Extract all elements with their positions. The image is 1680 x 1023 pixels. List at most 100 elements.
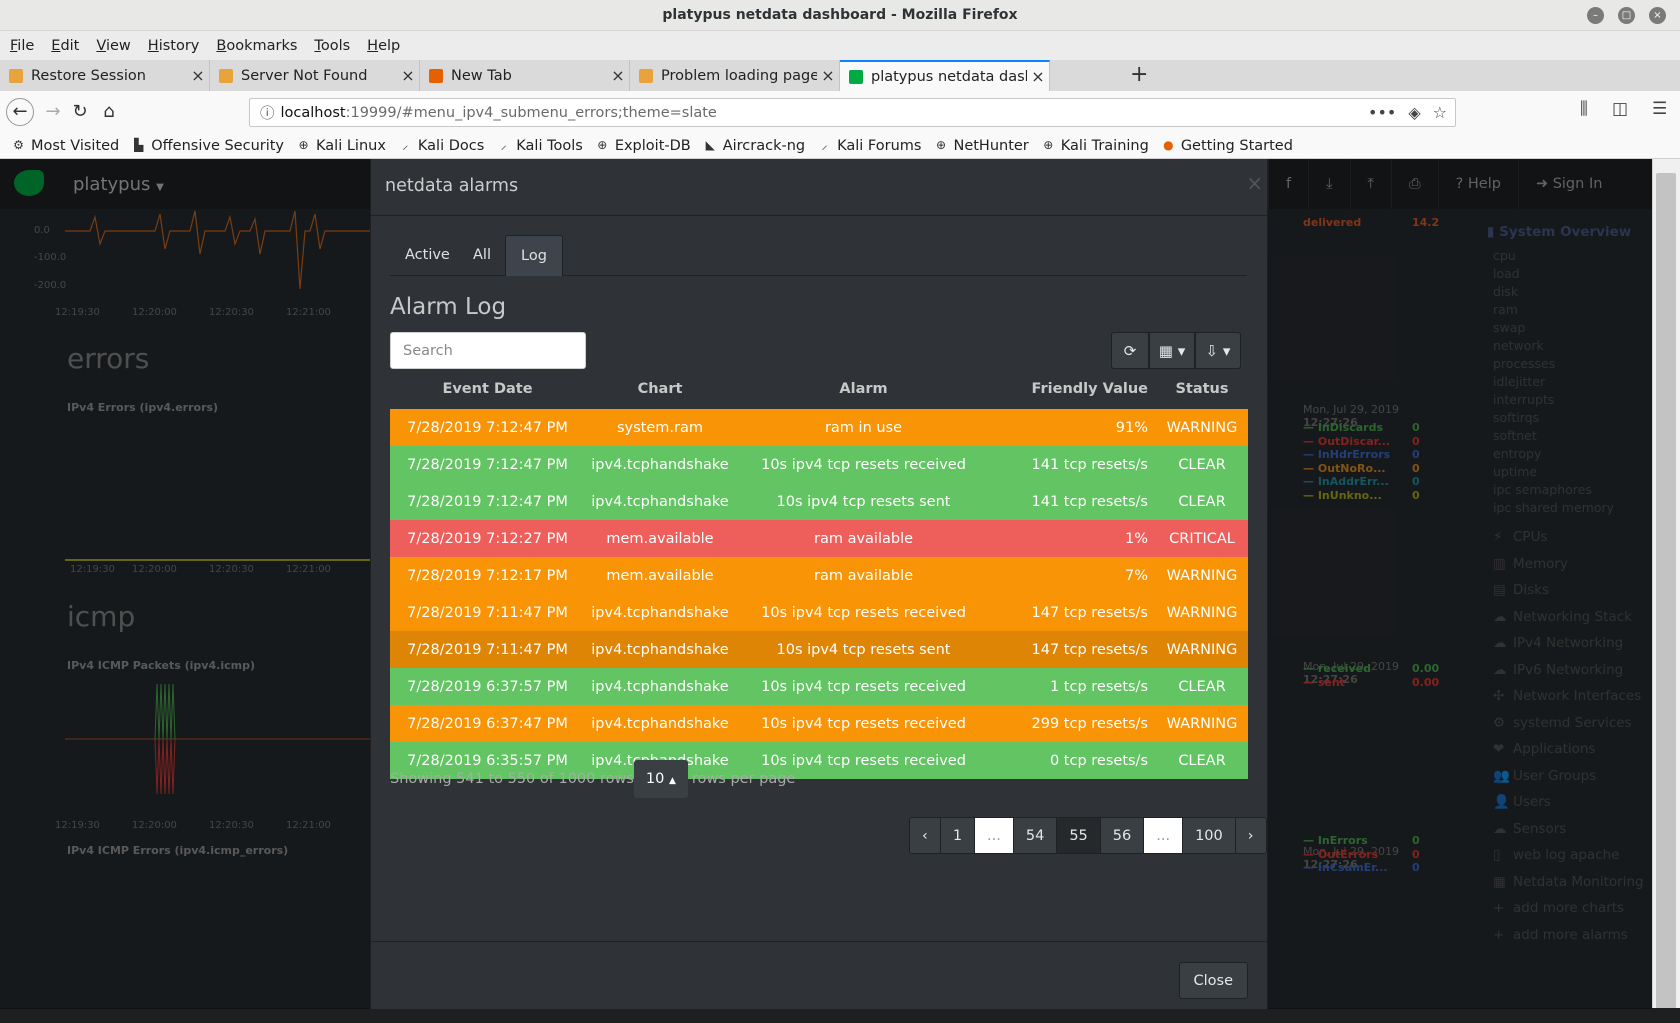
menu-bar: File Edit View History Bookmarks Tools Help xyxy=(0,31,1680,60)
bookmark-item[interactable]: ⊕ Kali Training xyxy=(1042,138,1149,154)
cell-alarm: ram available xyxy=(813,567,914,584)
bookmark-item[interactable]: ▙ Offensive Security xyxy=(132,138,284,154)
cell-event-date: 7/28/2019 6:37:47 PM xyxy=(407,715,568,732)
library-icon[interactable]: ⫼ xyxy=(1580,99,1588,119)
minimize-icon[interactable]: – xyxy=(1587,7,1604,24)
pocket-icon[interactable]: ◈ xyxy=(1408,103,1420,122)
page-button[interactable]: 56 xyxy=(1100,818,1145,853)
page-button[interactable]: 1 xyxy=(940,818,976,853)
table-row[interactable]: 7/28/2019 7:11:47 PM ipv4.tcphandshake 10s… xyxy=(390,594,1248,631)
forward-button[interactable]: → xyxy=(40,99,66,125)
bookmark-item[interactable]: ● Getting Started xyxy=(1162,138,1293,154)
export-button[interactable]: ⇩ ▾ xyxy=(1195,332,1241,369)
back-button[interactable]: ← xyxy=(6,98,34,126)
column-header-chart[interactable]: Chart xyxy=(585,381,735,407)
menu-item[interactable]: View xyxy=(96,38,130,54)
navigation-bar: ← → ↻ ⌂ ⓘ localhost:19999/#menu_ipv4_sub… xyxy=(0,91,1680,133)
scrollbar-thumb[interactable] xyxy=(1656,173,1676,1018)
bookmark-item[interactable]: ⚙ Most Visited xyxy=(12,138,119,154)
info-icon[interactable]: ⓘ xyxy=(260,102,275,123)
page-button[interactable]: 55 xyxy=(1057,818,1101,853)
table-row[interactable]: 7/28/2019 7:12:47 PM system.ram ram in use… xyxy=(390,409,1248,446)
menu-item[interactable]: Help xyxy=(367,38,400,54)
search-input[interactable] xyxy=(390,332,586,369)
browser-tab[interactable]: Server Not Found × xyxy=(210,60,420,91)
close-icon[interactable]: × xyxy=(1246,171,1263,195)
bookmark-item[interactable]: ⸝ Kali Forums xyxy=(818,138,922,154)
column-header-alarm[interactable]: Alarm xyxy=(735,381,992,407)
table-row[interactable]: 7/28/2019 6:37:47 PM ipv4.tcphandshake 10s… xyxy=(390,705,1248,742)
page-button[interactable]: 54 xyxy=(1013,818,1058,853)
page-button[interactable]: 100 xyxy=(1183,818,1236,853)
bookmark-item[interactable]: ⊕ NetHunter xyxy=(934,138,1029,154)
reload-button[interactable]: ↻ xyxy=(67,99,93,125)
home-button[interactable]: ⌂ xyxy=(96,99,122,125)
bookmark-item[interactable]: ⊕ Exploit-DB xyxy=(596,138,690,154)
close-tab-icon[interactable]: × xyxy=(397,66,419,85)
table-row[interactable]: 7/28/2019 7:12:47 PM ipv4.tcphandshake 10s… xyxy=(390,446,1248,483)
column-header-event-date[interactable]: Event Date xyxy=(390,381,585,407)
tab-log[interactable]: Log xyxy=(505,235,563,276)
cell-event-date: 7/28/2019 7:11:47 PM xyxy=(407,641,568,658)
cell-friendly-value: 1% xyxy=(1124,530,1148,547)
firefox-icon xyxy=(429,68,443,83)
cell-status: WARNING xyxy=(1166,604,1238,621)
browser-tab[interactable]: New Tab × xyxy=(420,60,630,91)
table-row[interactable]: 7/28/2019 7:12:27 PM mem.available ram ava… xyxy=(390,520,1248,557)
column-header-status[interactable]: Status xyxy=(1156,381,1248,407)
bookmark-item[interactable]: ⸝ Kali Docs xyxy=(399,138,484,154)
browser-tab[interactable]: Restore Session × xyxy=(0,60,210,91)
sidebar-icon[interactable]: ◫ xyxy=(1612,99,1628,119)
column-header-friendly-value[interactable]: Friendly Value xyxy=(992,381,1156,407)
page-actions-icon[interactable]: ••• xyxy=(1368,103,1396,122)
url-bar[interactable]: ⓘ localhost:19999/#menu_ipv4_submenu_err… xyxy=(249,98,1456,127)
cell-chart: system.ram xyxy=(616,419,703,436)
cell-alarm: ram available xyxy=(813,530,914,547)
close-tab-icon[interactable]: × xyxy=(1027,67,1049,86)
cell-status: CLEAR xyxy=(1178,456,1226,473)
warning-page-icon xyxy=(639,68,653,83)
globe-icon: ⊕ xyxy=(1043,138,1054,152)
menu-item[interactable]: Tools xyxy=(314,38,350,54)
page-button[interactable]: ... xyxy=(975,818,1014,853)
table-row[interactable]: 7/28/2019 6:37:57 PM ipv4.tcphandshake 10s… xyxy=(390,668,1248,705)
refresh-icon: ⟳ xyxy=(1123,342,1137,360)
maximize-icon[interactable]: □ xyxy=(1618,7,1635,24)
page-button[interactable]: ... xyxy=(1144,818,1184,853)
alarm-log-table: 7/28/2019 7:12:47 PM system.ram ram in use… xyxy=(390,409,1248,779)
modal-title: netdata alarms xyxy=(385,176,519,196)
kali-icon: ⸝ xyxy=(500,138,507,152)
close-tab-icon[interactable]: × xyxy=(187,66,209,85)
page-size-dropdown[interactable]: 10 ▲ xyxy=(633,760,688,798)
bookmark-star-icon[interactable]: ☆ xyxy=(1433,103,1447,122)
tab-all[interactable]: All xyxy=(458,235,506,276)
bookmark-item[interactable]: ⸝ Kali Tools xyxy=(497,138,583,154)
table-row[interactable]: 7/28/2019 7:12:47 PM ipv4.tcphandshake 10s… xyxy=(390,483,1248,520)
bookmark-item[interactable]: ◣ Aircrack-ng xyxy=(704,138,806,154)
columns-button[interactable]: ▦ ▾ xyxy=(1149,332,1195,369)
bookmark-label: Getting Started xyxy=(1180,137,1293,154)
close-window-icon[interactable]: × xyxy=(1649,7,1666,24)
menu-item[interactable]: File xyxy=(10,38,34,54)
table-row[interactable]: 7/28/2019 7:11:47 PM ipv4.tcphandshake 10s… xyxy=(390,631,1248,668)
page-scrollbar[interactable] xyxy=(1652,159,1680,1018)
hamburger-menu-icon[interactable]: ☰ xyxy=(1652,99,1667,119)
status-strip xyxy=(0,1008,1680,1023)
page-button[interactable]: › xyxy=(1235,818,1266,853)
browser-tab[interactable]: platypus netdata dashboard× xyxy=(840,60,1050,91)
close-tab-icon[interactable]: × xyxy=(607,66,629,85)
tab-active[interactable]: Active xyxy=(390,235,465,276)
page-button[interactable]: ‹ xyxy=(910,818,941,853)
caret-up-icon: ▲ xyxy=(668,776,676,786)
refresh-button[interactable]: ⟳ xyxy=(1111,332,1149,369)
bookmark-item[interactable]: ⊕ Kali Linux xyxy=(297,138,386,154)
menu-item[interactable]: Bookmarks xyxy=(216,38,297,54)
menu-item[interactable]: History xyxy=(148,38,200,54)
new-tab-button[interactable]: + xyxy=(1130,62,1148,87)
close-button[interactable]: Close xyxy=(1178,962,1248,999)
cell-alarm: 10s ipv4 tcp resets sent xyxy=(776,493,951,510)
menu-item[interactable]: Edit xyxy=(51,38,79,54)
table-row[interactable]: 7/28/2019 7:12:17 PM mem.available ram ava… xyxy=(390,557,1248,594)
close-tab-icon[interactable]: × xyxy=(817,66,839,85)
browser-tab[interactable]: Problem loading page × xyxy=(630,60,840,91)
